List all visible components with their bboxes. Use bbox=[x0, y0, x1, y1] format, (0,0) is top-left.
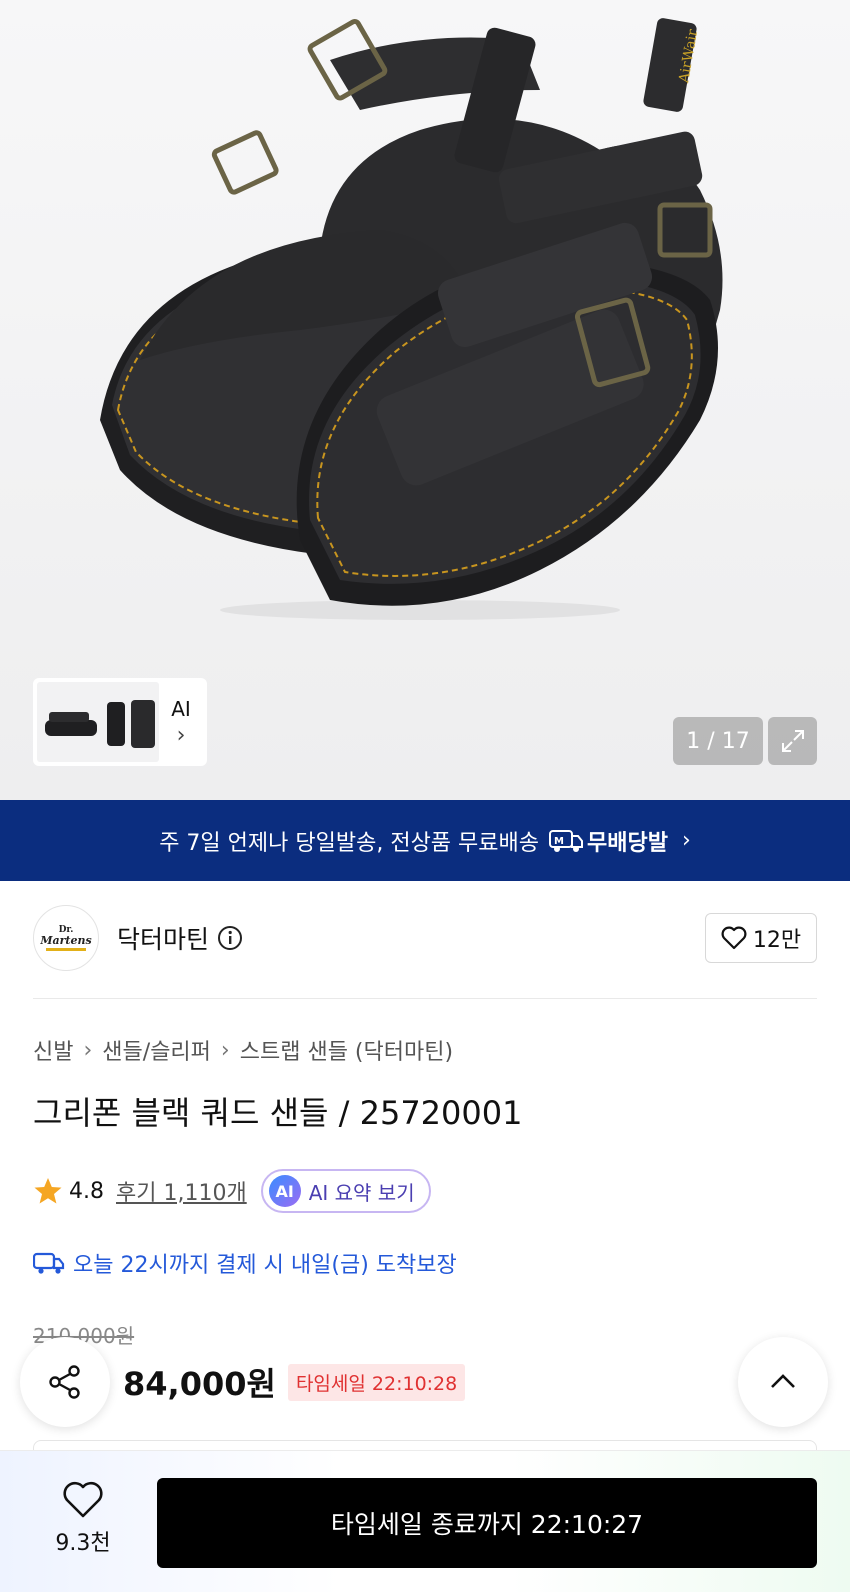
wishlist-button[interactable]: 9.3천 bbox=[40, 1481, 126, 1557]
brand-like-button[interactable]: 12만 bbox=[705, 913, 817, 963]
share-button[interactable] bbox=[20, 1337, 110, 1427]
review-link[interactable]: 후기 1,110개 bbox=[116, 1175, 247, 1207]
chevron-right-icon: › bbox=[176, 723, 186, 748]
delivery-truck-icon: M bbox=[549, 829, 584, 852]
mubaedangbal-logo: M 무배당발 bbox=[549, 825, 668, 857]
heart-icon bbox=[63, 1481, 103, 1518]
product-image-gallery[interactable]: AirWair AI › 1 / 17 bbox=[0, 0, 850, 800]
image-counter: 1 / 17 bbox=[673, 717, 763, 765]
brand-logo[interactable]: Dr. Martens bbox=[33, 905, 99, 971]
share-icon bbox=[49, 1365, 80, 1399]
shipping-banner-text: 주 7일 언제나 당일발송, 전상품 무료배송 bbox=[159, 830, 540, 856]
ai-summary-label: AI 요약 보기 bbox=[308, 1180, 415, 1205]
breadcrumb: 신발 › 샌들/슬리퍼 › 스트랩 샌들 (닥터마틴) bbox=[33, 1034, 453, 1066]
purchase-button[interactable]: 타임세일 종료까지 22:10:27 bbox=[157, 1478, 817, 1568]
scroll-top-button[interactable] bbox=[738, 1337, 828, 1427]
rating-row: 4.8 후기 1,110개 AI AI 요약 보기 bbox=[33, 1168, 431, 1214]
delivery-guarantee[interactable]: 오늘 22시까지 결제 시 내일(금) 도착보장 bbox=[33, 1247, 457, 1279]
brand-row[interactable]: Dr. Martens 닥터마틴 12만 bbox=[33, 905, 817, 971]
shipping-banner[interactable]: 주 7일 언제나 당일발송, 전상품 무료배송 M 무배당발 › bbox=[0, 800, 850, 881]
chevron-right-icon: › bbox=[83, 1037, 93, 1063]
ai-thumbnail-card[interactable]: AI › bbox=[33, 678, 207, 766]
breadcrumb-item[interactable]: 샌들/슬리퍼 bbox=[102, 1034, 211, 1066]
ai-icon: AI bbox=[268, 1175, 301, 1207]
timesale-badge: 타임세일 22:10:28 bbox=[287, 1363, 466, 1401]
ai-summary-button[interactable]: AI AI 요약 보기 bbox=[260, 1169, 431, 1213]
wishlist-count: 9.3천 bbox=[55, 1531, 111, 1556]
sale-price: 84,000원 bbox=[123, 1365, 276, 1403]
thumb-ai-label: AI bbox=[171, 697, 191, 721]
mubaedangbal-label: 무배당발 bbox=[587, 830, 668, 856]
chevron-up-icon bbox=[771, 1374, 795, 1388]
expand-icon bbox=[781, 730, 804, 752]
heart-icon bbox=[721, 926, 747, 950]
breadcrumb-item[interactable]: 신발 bbox=[33, 1034, 73, 1066]
bottom-purchase-bar: 9.3천 타임세일 종료까지 22:10:27 bbox=[0, 1450, 850, 1592]
chevron-right-icon: › bbox=[681, 828, 691, 853]
mubaedangbal-mark: M bbox=[554, 836, 564, 847]
rating-value: 4.8 bbox=[69, 1178, 104, 1204]
divider bbox=[33, 998, 817, 999]
breadcrumb-item[interactable]: 스트랩 샌들 (닥터마틴) bbox=[240, 1034, 453, 1066]
thumbnail-image bbox=[37, 682, 159, 762]
star-icon bbox=[34, 1178, 62, 1204]
brand-logo-line2: Martens bbox=[40, 933, 92, 947]
product-title: 그리폰 블랙 쿼드 샌들 / 25720001 bbox=[33, 1094, 523, 1132]
delivery-truck-icon bbox=[33, 1252, 65, 1274]
expand-button[interactable] bbox=[768, 717, 817, 765]
brand-like-count: 12만 bbox=[752, 928, 802, 953]
brand-name[interactable]: 닥터마틴 bbox=[117, 920, 209, 956]
chevron-right-icon: › bbox=[220, 1037, 230, 1063]
info-icon[interactable] bbox=[217, 925, 243, 951]
delivery-text: 오늘 22시까지 결제 시 내일(금) 도착보장 bbox=[73, 1253, 457, 1278]
